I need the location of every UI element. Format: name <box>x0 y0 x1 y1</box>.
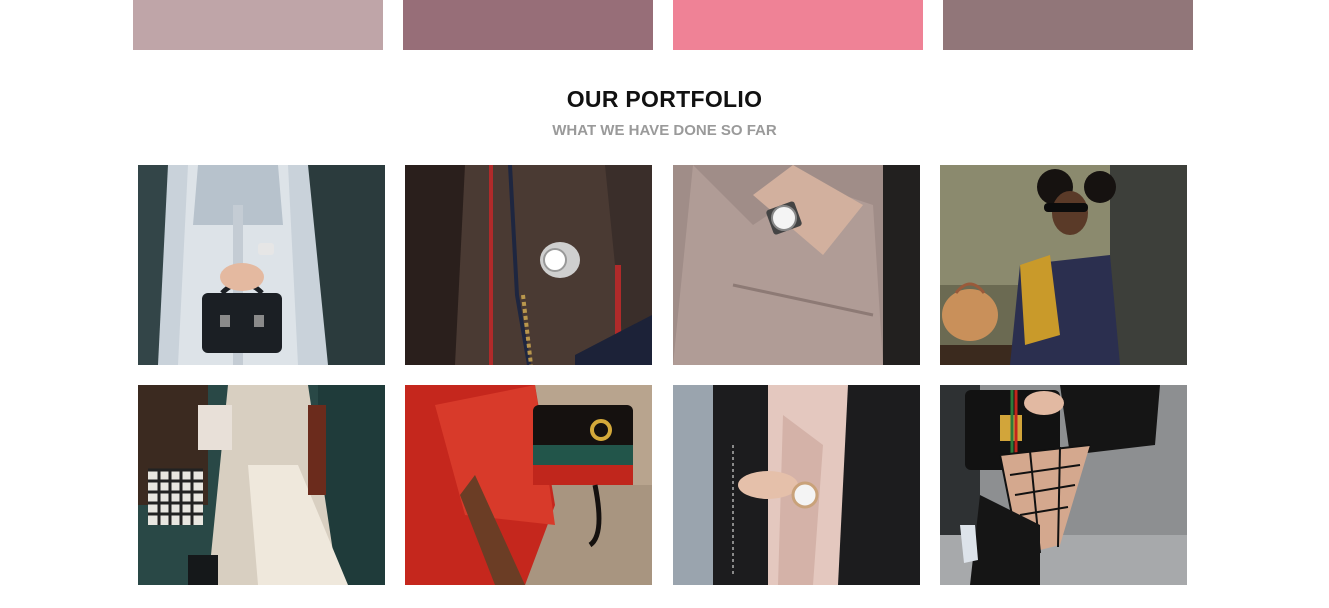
swatch-mauve <box>403 0 653 50</box>
portfolio-item[interactable] <box>405 385 652 585</box>
swatch-pink <box>673 0 923 50</box>
portfolio-item[interactable] <box>673 165 920 365</box>
portfolio-title: OUR PORTFOLIO <box>566 86 763 112</box>
portfolio-image-red-tulle-bag <box>405 385 652 585</box>
portfolio-subtitle: WHAT WE HAVE DONE SO FAR <box>552 122 777 139</box>
portfolio-item[interactable] <box>405 165 652 365</box>
portfolio-image-leather-jacket <box>673 385 920 585</box>
swatch-taupe <box>943 0 1193 50</box>
portfolio-image-checkered-bag <box>138 385 385 585</box>
portfolio-item[interactable] <box>138 385 385 585</box>
portfolio-image-fishnet-boots <box>940 385 1187 585</box>
swatch-dusty-rose <box>133 0 383 50</box>
portfolio-image-knit-sweater <box>673 165 920 365</box>
portfolio-item[interactable] <box>138 165 385 365</box>
portfolio-item[interactable] <box>940 385 1187 585</box>
portfolio-item[interactable] <box>673 385 920 585</box>
portfolio-image-jacket-watch <box>405 165 652 365</box>
portfolio-item[interactable] <box>940 165 1187 365</box>
portfolio-image-woman-sunglasses <box>940 165 1187 365</box>
portfolio-image-striped-dress <box>138 165 385 365</box>
